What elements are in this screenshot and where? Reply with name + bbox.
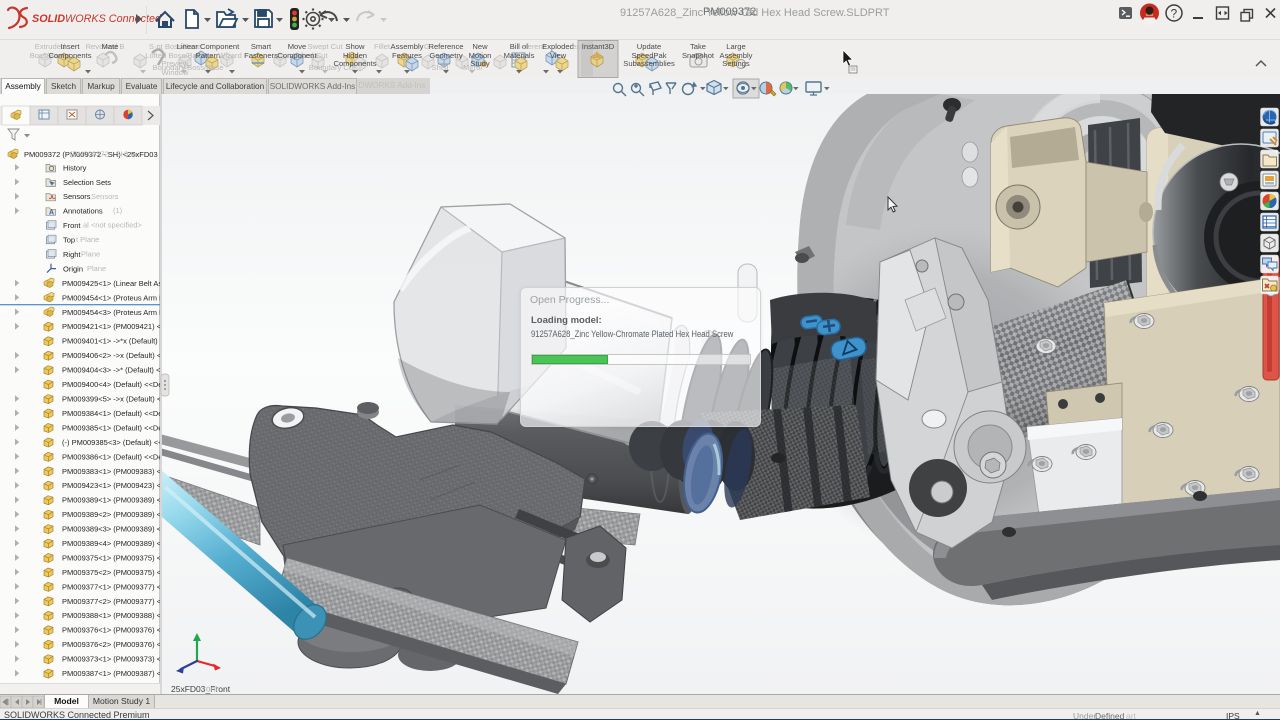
svg-text:25xFD03_Front: 25xFD03_Front [171, 684, 231, 694]
svg-text:Annotations: Annotations [63, 207, 103, 216]
svg-text:?: ? [1171, 6, 1178, 20]
svg-text:t Plane: t Plane [76, 235, 99, 244]
svg-text:Plane: Plane [81, 250, 100, 259]
svg-text:PM009425<1> (Linear Belt Assem: PM009425<1> (Linear Belt Assem [62, 279, 160, 288]
svg-text:PM009385<1> (Default) <<Defau: PM009385<1> (Default) <<Defau [62, 423, 160, 432]
svg-text:ront: ront [203, 683, 218, 693]
svg-text:Sensors: Sensors [91, 192, 119, 201]
svg-text:Sensors: Sensors [63, 192, 91, 201]
svg-text:PM009401<1> ->*x (Default) <<D: PM009401<1> ->*x (Default) <<D [62, 337, 160, 346]
svg-text:Origin: Origin [63, 265, 83, 274]
svg-text:PM009454<3> (Proteus Arm Rolle: PM009454<3> (Proteus Arm Rolle [62, 308, 160, 317]
svg-text:PM009375<2> (PM009375) <<De: PM009375<2> (PM009375) <<De [62, 568, 160, 577]
svg-text:Right: Right [63, 250, 81, 259]
svg-text:PM009387<1> (PM009387) <<Det: PM009387<1> (PM009387) <<Det [62, 669, 160, 678]
svg-text:PM009389<2> (PM009389) <<Det: PM009389<2> (PM009389) <<Det [62, 510, 160, 519]
svg-text:PM009389<3> (PM009389) <<Det: PM009389<3> (PM009389) <<Det [62, 525, 160, 534]
svg-text:PM009376<2> (PM009376) <<De: PM009376<2> (PM009376) <<De [62, 640, 160, 649]
svg-text:PM009399<5> ->x (Default) <<D: PM009399<5> ->x (Default) <<D [62, 395, 160, 404]
svg-text:PM009389<1> (PM009389) <<Det: PM009389<1> (PM009389) <<Det [62, 496, 160, 505]
svg-text:PM009377<1> (PM009377) <<Det: PM009377<1> (PM009377) <<Det [62, 582, 160, 591]
svg-text:PM009377<2> (PM009377) <<De: PM009377<2> (PM009377) <<De [62, 597, 160, 606]
svg-text:PM009376<1> (PM009376) <<De: PM009376<1> (PM009376) <<De [62, 626, 160, 635]
svg-text:PM009423<1> (PM009423) <<De: PM009423<1> (PM009423) <<De [62, 481, 160, 490]
svg-text:PM009389<4> (PM009389) <<Det: PM009389<4> (PM009389) <<Det [62, 539, 160, 548]
svg-text:PM009404<3> ->* (Default) <<De: PM009404<3> ->* (Default) <<De [62, 366, 160, 375]
svg-text:PM009406<2> ->x (Default) <<D: PM009406<2> ->x (Default) <<D [62, 351, 160, 360]
svg-text:PM009383<1> (PM009383) <<Det: PM009383<1> (PM009383) <<Det [62, 467, 160, 476]
svg-text:PM009373<1> (PM009373) <<De: PM009373<1> (PM009373) <<De [62, 655, 160, 664]
svg-text:SOLIDWORKS Connected: SOLIDWORKS Connected [32, 13, 162, 25]
svg-text:PM009384<1> (Default) <<Defau: PM009384<1> (Default) <<Defau [62, 409, 160, 418]
svg-text:al <not specified>: al <not specified> [83, 221, 142, 230]
svg-text:(1): (1) [113, 206, 123, 215]
svg-text:PM009388<1> (PM009388) <<Det: PM009388<1> (PM009388) <<Det [62, 611, 160, 620]
svg-text:Selection Sets: Selection Sets [63, 178, 111, 187]
svg-text:PM009386<1> (Default) <<Defau: PM009386<1> (Default) <<Defau [62, 452, 160, 461]
svg-text:PM009375<1> (PM009375) <<De: PM009375<1> (PM009375) <<De [62, 553, 160, 562]
svg-text:PM009400<4> (Default) <<Defau: PM009400<4> (Default) <<Defau [62, 380, 160, 389]
svg-text:Plane: Plane [87, 264, 106, 273]
svg-text:PM009421<1> (PM009421) <<Def: PM009421<1> (PM009421) <<Def [62, 322, 160, 331]
svg-text:A: A [49, 209, 54, 216]
svg-text:(-) PM009385<3> (Default) <<De: (-) PM009385<3> (Default) <<Det [62, 438, 160, 447]
svg-text:ed Hex Head Screw.SLDPRT: ed Hex Head Screw.SLDPRT [746, 7, 890, 19]
svg-text:PM009454<1> (Proteus Arm Rolle: PM009454<1> (Proteus Arm Rolle P [62, 293, 160, 302]
svg-text:History: History [63, 163, 87, 172]
svg-text:Front: Front [63, 221, 81, 230]
svg-text:Top: Top [63, 236, 75, 245]
